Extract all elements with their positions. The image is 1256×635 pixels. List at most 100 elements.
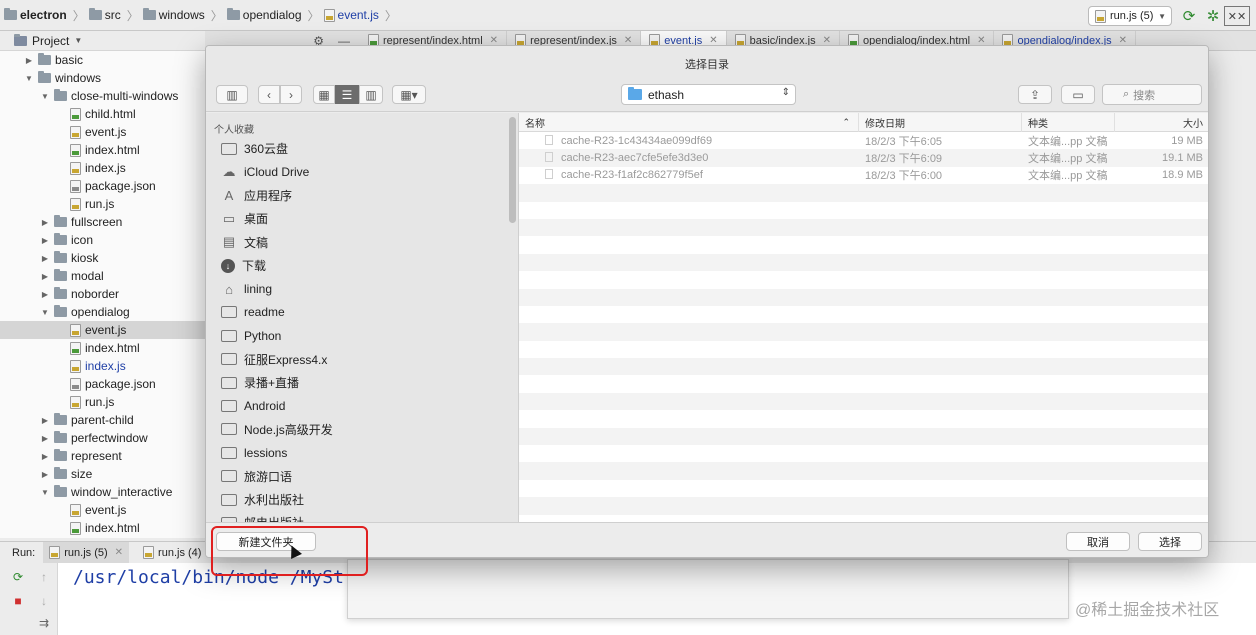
column-name[interactable]: 名称 ⌃ <box>519 113 859 132</box>
sidebar-item[interactable]: 水利出版社 <box>206 488 518 511</box>
tree-item[interactable]: ▶ perfectwindow <box>0 429 205 447</box>
sidebar-item[interactable]: ▤ 文稿 <box>206 231 518 254</box>
file-row[interactable]: cache-R23-1c43434ae099df69 18/2/3 下午6:05 文… <box>519 132 1208 149</box>
file-row[interactable]: cache-R23-aec7cfe5efe3d3e0 18/2/3 下午6:09 文… <box>519 149 1208 167</box>
sidebar-item[interactable]: ↓ 下载 <box>206 254 518 277</box>
chevron-down-icon[interactable]: ▼ <box>40 488 50 497</box>
arrow-up-icon[interactable]: ↑ <box>36 569 52 585</box>
run-tab-2[interactable]: run.js (4) <box>137 542 207 564</box>
breadcrumb-item-src[interactable]: src <box>88 8 121 22</box>
arrow-down-icon[interactable]: ↓ <box>36 593 52 609</box>
tree-item[interactable]: ▶ icon <box>0 231 205 249</box>
tree-item[interactable]: ▶ size <box>0 465 205 483</box>
tree-item[interactable]: event.js <box>0 123 205 141</box>
chevron-down-icon[interactable]: ▼ <box>24 74 34 83</box>
chevron-down-icon[interactable]: ▼ <box>40 308 50 317</box>
tree-item[interactable]: run.js <box>0 393 205 411</box>
tree-item[interactable]: ▼ opendialog <box>0 303 205 321</box>
tree-item[interactable]: package.json <box>0 375 205 393</box>
sidebar-item[interactable]: ☁ iCloud Drive <box>206 160 518 183</box>
project-tree: ▶ basic ▼ windows ▼ close-multi-windows child.… <box>0 51 205 538</box>
sidebar-item[interactable]: ▭ 桌面 <box>206 207 518 230</box>
column-date[interactable]: 修改日期 <box>859 113 1022 132</box>
breadcrumb-item-event-js[interactable]: event.js <box>323 8 379 22</box>
close-icon[interactable]: ✕ <box>115 547 123 558</box>
chevron-right-icon[interactable]: ▶ <box>40 434 50 443</box>
tree-item[interactable]: ▼ window_interactive <box>0 483 205 501</box>
tree-item[interactable]: index.js <box>0 537 205 538</box>
sidebar-toggle-button[interactable]: ▥ <box>216 85 248 104</box>
column-kind[interactable]: 种类 <box>1022 113 1115 132</box>
tree-item[interactable]: event.js <box>0 501 205 519</box>
stop-all-button[interactable]: ✕✕ <box>1224 6 1250 26</box>
path-popup[interactable]: ethash ⇕ <box>621 84 796 105</box>
sidebar-item[interactable]: 征服Express4.x <box>206 348 518 371</box>
rerun-icon[interactable]: ⟳ <box>10 569 26 585</box>
list-view-button[interactable]: ☰ <box>335 85 359 104</box>
sidebar-item[interactable]: 录播+直播 <box>206 371 518 394</box>
arrange-button[interactable]: ▦▾ <box>392 85 426 104</box>
tree-item[interactable]: package.json <box>0 177 205 195</box>
column-size[interactable]: 大小 <box>1115 113 1208 132</box>
sidebar-item[interactable]: A 应用程序 <box>206 184 518 207</box>
sidebar-item[interactable]: Android <box>206 394 518 417</box>
run-configuration-select[interactable]: run.js (5) ▼ <box>1088 6 1172 26</box>
tree-item[interactable]: ▶ represent <box>0 447 205 465</box>
tree-item[interactable]: index.html <box>0 339 205 357</box>
tree-item[interactable]: index.js <box>0 357 205 375</box>
choose-button[interactable]: 选择 <box>1138 532 1202 551</box>
chevron-right-icon[interactable]: ▶ <box>40 290 50 299</box>
tag-button[interactable]: ▭ <box>1061 85 1095 104</box>
breadcrumb-item-electron[interactable]: electron <box>4 8 67 22</box>
share-button[interactable]: ⇪ <box>1018 85 1052 104</box>
electron-window[interactable] <box>347 559 1069 619</box>
tree-item[interactable]: event.js <box>0 321 205 339</box>
sidebar-item[interactable]: 旅游口语 <box>206 464 518 487</box>
chevron-right-icon[interactable]: ▶ <box>24 56 34 65</box>
tree-item[interactable]: ▶ noborder <box>0 285 205 303</box>
tree-item[interactable]: child.html <box>0 105 205 123</box>
sidebar-item[interactable]: 邮电出版社 <box>206 511 518 522</box>
tree-item[interactable]: ▼ windows <box>0 69 205 87</box>
debug-button[interactable]: ✲ <box>1202 4 1224 28</box>
chevron-right-icon[interactable]: ▶ <box>40 218 50 227</box>
breadcrumb-item-opendialog[interactable]: opendialog <box>226 8 302 22</box>
back-button[interactable]: ‹ <box>258 85 280 104</box>
tree-item[interactable]: ▶ basic <box>0 51 205 69</box>
sidebar-item[interactable]: lessions <box>206 441 518 464</box>
sidebar-item[interactable]: Node.js高级开发 <box>206 418 518 441</box>
tree-item[interactable]: index.html <box>0 141 205 159</box>
run-tab-1[interactable]: run.js (5) ✕ <box>43 541 130 564</box>
search-input[interactable]: ⌕ 搜索 <box>1102 84 1202 105</box>
sidebar-item[interactable]: readme <box>206 301 518 324</box>
chevron-right-icon[interactable]: ▶ <box>40 254 50 263</box>
tree-item[interactable]: ▶ parent-child <box>0 411 205 429</box>
sidebar-item[interactable]: 360云盘 <box>206 137 518 160</box>
tree-item[interactable]: index.js <box>0 159 205 177</box>
file-row[interactable]: cache-R23-f1af2c862779f5ef 18/2/3 下午6:00 文… <box>519 167 1208 184</box>
sidebar-item[interactable]: ⌂ lining <box>206 277 518 300</box>
chevron-right-icon[interactable]: ▶ <box>40 272 50 281</box>
sidebar-scrollbar[interactable] <box>509 117 516 223</box>
chevron-right-icon[interactable]: ▶ <box>40 452 50 461</box>
breadcrumb-item-windows[interactable]: windows <box>142 8 205 22</box>
forward-button[interactable]: › <box>280 85 302 104</box>
tree-item[interactable]: ▶ kiosk <box>0 249 205 267</box>
rerun-button[interactable]: ⟳ <box>1178 4 1200 28</box>
chevron-right-icon[interactable]: ▶ <box>40 416 50 425</box>
sidebar-item[interactable]: Python <box>206 324 518 347</box>
chevron-right-icon[interactable]: ▶ <box>40 470 50 479</box>
icon-view-button[interactable]: ▦ <box>313 85 335 104</box>
tree-item[interactable]: run.js <box>0 195 205 213</box>
tree-item[interactable]: ▶ fullscreen <box>0 213 205 231</box>
tree-item[interactable]: ▶ modal <box>0 267 205 285</box>
chevron-down-icon[interactable]: ▼ <box>40 92 50 101</box>
tree-item[interactable]: ▼ close-multi-windows <box>0 87 205 105</box>
tree-item[interactable]: index.html <box>0 519 205 537</box>
wrap-icon[interactable]: ⇉ <box>36 615 52 631</box>
column-view-button[interactable]: ▥ <box>359 85 383 104</box>
cancel-button[interactable]: 取消 <box>1066 532 1130 551</box>
chevron-right-icon[interactable]: ▶ <box>40 236 50 245</box>
stop-icon[interactable]: ■ <box>10 593 26 609</box>
project-panel-header[interactable]: Project ▼ <box>0 31 205 51</box>
